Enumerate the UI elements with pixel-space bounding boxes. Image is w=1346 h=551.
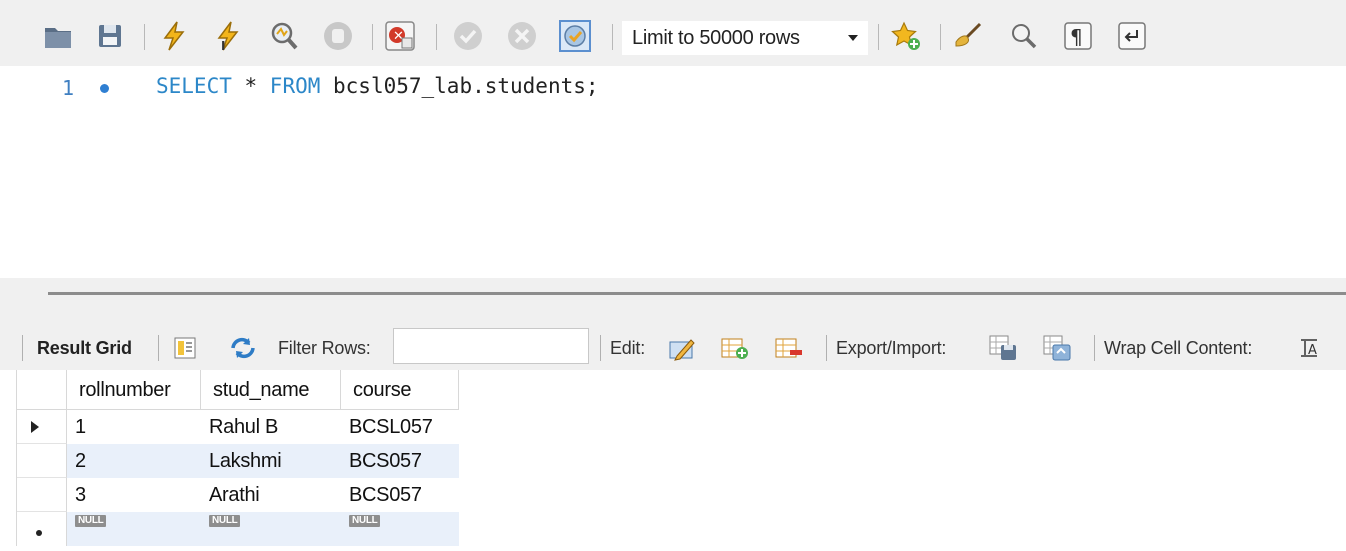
export-import-label: Export/Import: bbox=[836, 338, 947, 358]
toggle-error-icon[interactable]: ✕ bbox=[384, 20, 416, 52]
autocommit-icon[interactable] bbox=[559, 20, 591, 52]
table-cell[interactable]: 2 bbox=[67, 444, 201, 478]
import-icon[interactable] bbox=[1040, 331, 1074, 365]
column-header-course[interactable]: course bbox=[341, 370, 459, 410]
add-snippet-icon[interactable] bbox=[890, 20, 922, 52]
table-cell[interactable]: BCS057 bbox=[341, 444, 459, 478]
statement-marker-icon bbox=[100, 84, 109, 93]
filter-rows-input[interactable] bbox=[393, 328, 589, 364]
sql-editor-toolbar: I ✕ Limit to 50000 rows ¶ bbox=[0, 0, 1346, 66]
null-badge: NULL bbox=[209, 515, 241, 527]
sql-keyword-select: SELECT bbox=[156, 74, 232, 98]
open-folder-icon[interactable] bbox=[42, 20, 74, 52]
result-grid[interactable]: rollnumber stud_name course 1 Rahul B BC… bbox=[16, 370, 459, 546]
chevron-down-icon bbox=[848, 35, 858, 41]
sql-keyword-from: FROM bbox=[269, 74, 321, 98]
sql-star: * bbox=[231, 74, 270, 98]
panel-splitter[interactable] bbox=[48, 292, 1346, 295]
sql-query-text[interactable]: SELECT * FROM bcsl057_lab.students; bbox=[156, 74, 599, 98]
table-cell[interactable]: 1 bbox=[67, 410, 201, 444]
edit-row-icon[interactable] bbox=[665, 331, 699, 365]
rollback-icon[interactable] bbox=[506, 20, 538, 52]
sql-table-ref: bcsl057_lab.students; bbox=[320, 74, 599, 98]
row-indicator[interactable] bbox=[17, 410, 67, 444]
column-header-rollnumber[interactable]: rollnumber bbox=[67, 370, 201, 410]
filter-rows-label: Filter Rows: bbox=[278, 338, 371, 358]
add-row-icon[interactable] bbox=[718, 331, 752, 365]
null-badge: NULL bbox=[75, 515, 107, 527]
svg-text:A: A bbox=[1308, 343, 1317, 358]
commit-icon[interactable] bbox=[452, 20, 484, 52]
sql-editor[interactable]: 1 SELECT * FROM bcsl057_lab.students; bbox=[14, 66, 1346, 278]
result-toolbar: Result Grid Filter Rows: Edit: Export/Im… bbox=[0, 326, 1346, 370]
table-cell[interactable]: Rahul B bbox=[201, 410, 341, 444]
svg-text:I: I bbox=[221, 39, 225, 52]
result-grid-tab[interactable]: Result Grid bbox=[37, 338, 132, 359]
table-cell-null[interactable]: NULL bbox=[201, 512, 341, 546]
line-number: 1 bbox=[62, 76, 75, 100]
table-cell-null[interactable]: NULL bbox=[341, 512, 459, 546]
beautify-icon[interactable] bbox=[952, 20, 984, 52]
save-icon[interactable] bbox=[94, 20, 126, 52]
wrap-cell-label: Wrap Cell Content: bbox=[1104, 338, 1253, 358]
stop-icon[interactable] bbox=[322, 20, 354, 52]
table-cell[interactable]: BCS057 bbox=[341, 478, 459, 512]
current-row-arrow-icon bbox=[31, 421, 39, 433]
limit-rows-select[interactable]: Limit to 50000 rows bbox=[622, 21, 868, 55]
limit-rows-label: Limit to 50000 rows bbox=[632, 26, 800, 49]
new-row-indicator[interactable] bbox=[17, 512, 67, 546]
svg-text:¶: ¶ bbox=[1070, 25, 1083, 49]
form-editor-icon[interactable] bbox=[168, 331, 202, 365]
column-header-stud-name[interactable]: stud_name bbox=[201, 370, 341, 410]
row-indicator[interactable] bbox=[17, 444, 67, 478]
explain-icon[interactable] bbox=[268, 20, 300, 52]
row-indicator[interactable] bbox=[17, 478, 67, 512]
table-cell[interactable]: 3 bbox=[67, 478, 201, 512]
execute-current-icon[interactable]: I bbox=[212, 20, 244, 52]
delete-row-icon[interactable] bbox=[772, 331, 806, 365]
wrap-lines-icon[interactable] bbox=[1116, 20, 1148, 52]
invisible-chars-icon[interactable]: ¶ bbox=[1062, 20, 1094, 52]
panel-gap bbox=[0, 278, 1346, 328]
null-badge: NULL bbox=[349, 515, 381, 527]
wrap-cell-icon[interactable]: A bbox=[1292, 331, 1326, 365]
table-cell[interactable]: BCSL057 bbox=[341, 410, 459, 444]
table-cell[interactable]: Arathi bbox=[201, 478, 341, 512]
find-icon[interactable] bbox=[1008, 20, 1040, 52]
refresh-icon[interactable] bbox=[226, 331, 260, 365]
new-row-star-icon bbox=[36, 530, 42, 536]
export-icon[interactable] bbox=[986, 331, 1020, 365]
edit-label: Edit: bbox=[610, 338, 646, 358]
table-cell[interactable]: Lakshmi bbox=[201, 444, 341, 478]
grid-corner bbox=[17, 370, 67, 410]
execute-icon[interactable] bbox=[158, 20, 190, 52]
table-cell-null[interactable]: NULL bbox=[67, 512, 201, 546]
